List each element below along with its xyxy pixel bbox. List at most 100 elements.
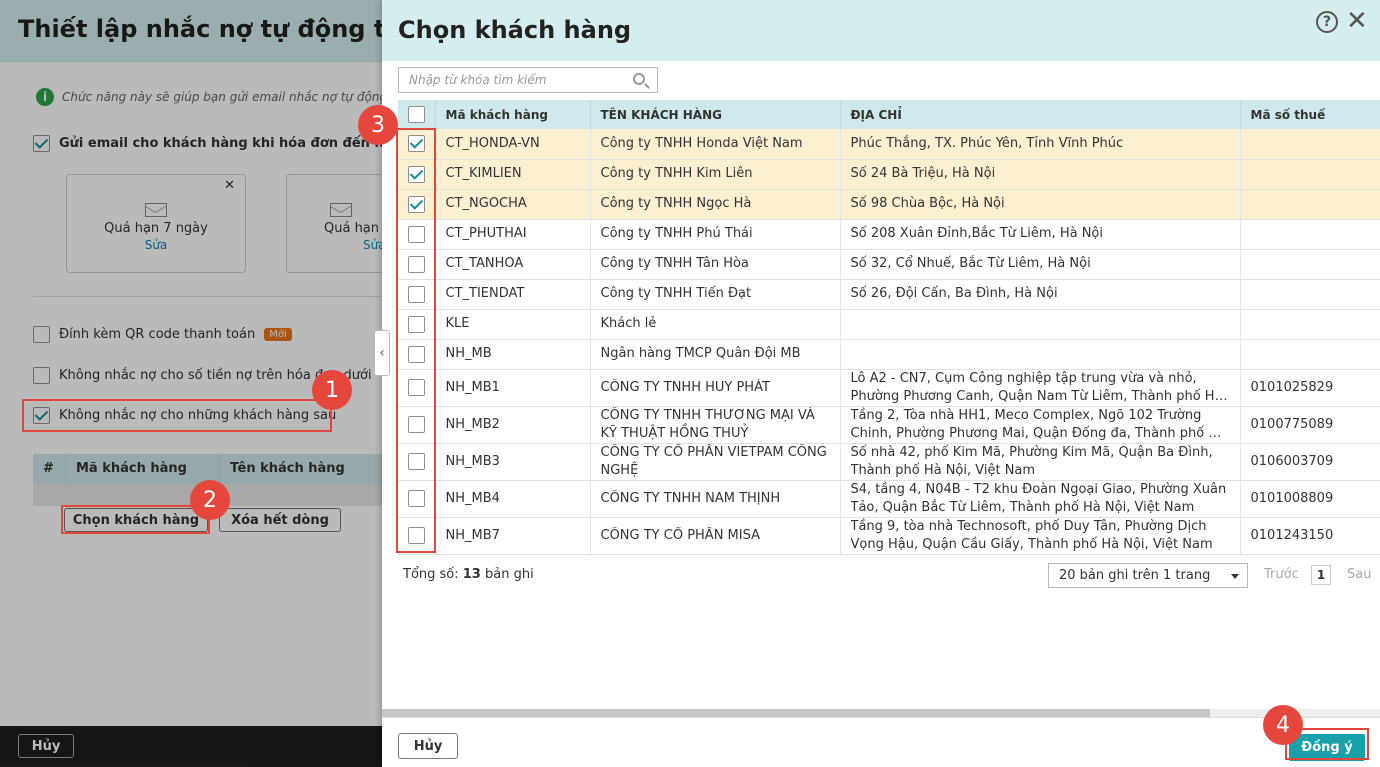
- panel-cancel-button[interactable]: Hủy: [398, 733, 458, 759]
- cell-name-text: Công ty TNHH Kim Liên: [600, 166, 753, 181]
- cell-name: Công ty TNHH Kim Liên: [590, 159, 841, 190]
- table-header-row: Mã khách hàng TÊN KHÁCH HÀNG ĐỊA CHỈ Mã …: [398, 100, 1380, 129]
- table-row[interactable]: NH_MB4 CÔNG TY TNHH NAM THỊNH S4, tầng 4, …: [398, 480, 1380, 518]
- page-size-select[interactable]: 20 bản ghi trên 1 trang: [1048, 563, 1248, 588]
- cell-tax: 0101243150: [1240, 517, 1380, 555]
- cell-name-text: Công ty TNHH Ngọc Hà: [600, 196, 752, 211]
- next-page-button[interactable]: Sau: [1347, 567, 1371, 582]
- cell-address-text: Số 98 Chùa Bộc, Hà Nội: [850, 196, 1005, 211]
- cell-name: CÔNG TY TNHH HUY PHÁT: [590, 369, 841, 407]
- table-row[interactable]: CT_NGOCHA Công ty TNHH Ngọc Hà Số 98 Chùa …: [398, 189, 1380, 220]
- total-count: 13: [462, 567, 481, 582]
- cell-address-text: Phúc Thắng, TX. Phúc Yên, Tỉnh Vĩnh Phúc: [850, 135, 1124, 151]
- cell-name-text: Khách lẻ: [600, 316, 657, 331]
- column-header[interactable]: Mã khách hàng: [435, 100, 591, 129]
- cell-name: CÔNG TY TNHH THƯƠNG MẠI VÀ KỸ THUẬT HỒNG…: [590, 406, 841, 444]
- cell-tax: 0106003709: [1240, 443, 1380, 481]
- cell-code: CT_NGOCHA: [435, 189, 591, 220]
- search-input[interactable]: [409, 73, 629, 87]
- cell-code-text: NH_MB: [445, 346, 492, 361]
- page-number[interactable]: 1: [1311, 565, 1331, 585]
- cell-name-text: CÔNG TY TNHH HUY PHÁT: [600, 379, 770, 395]
- total-records: Tổng số: 13 bản ghi: [403, 567, 534, 582]
- step-marker: 2: [190, 480, 230, 520]
- table-row[interactable]: NH_MB Ngân hàng TMCP Quân Đội MB: [398, 339, 1380, 370]
- cell-code: NH_MB1: [435, 369, 591, 407]
- cell-tax-text: 0106003709: [1250, 453, 1334, 469]
- cell-address: Tầng 9, tòa nhà Technosoft, phố Duy Tân,…: [840, 517, 1241, 555]
- cell-address-text: Lô A2 - CN7, Cụm Công nghiệp tập trung v…: [850, 370, 1223, 404]
- cell-address-text: Tầng 9, tòa nhà Technosoft, phố Duy Tân,…: [850, 518, 1213, 552]
- prev-page-button[interactable]: Trước: [1264, 567, 1299, 582]
- help-icon[interactable]: ?: [1316, 11, 1338, 33]
- cell-address: Số 24 Bà Triệu, Hà Nội: [840, 159, 1241, 190]
- cell-address: Tầng 2, Tòa nhà HH1, Meco Complex, Ngõ 1…: [840, 406, 1241, 444]
- panel-title: Chọn khách hàng: [398, 16, 632, 44]
- cell-tax: 0100775089: [1240, 406, 1380, 444]
- cell-name: CÔNG TY TNHH NAM THỊNH: [590, 480, 841, 518]
- cell-code: NH_MB4: [435, 480, 591, 518]
- cell-tax-text: 0101025829: [1250, 379, 1334, 395]
- cell-code-text: NH_MB4: [445, 490, 500, 506]
- column-header[interactable]: ĐỊA CHỈ: [840, 100, 1241, 129]
- table-row[interactable]: CT_PHUTHAI Công ty TNHH Phú Thái Số 208 Xu…: [398, 219, 1380, 250]
- cell-name-text: CÔNG TY CỔ PHẦN VIETPAM CÔNG NGHỆ: [600, 444, 827, 478]
- highlight-box: [396, 128, 436, 553]
- step-marker: 4: [1263, 705, 1303, 745]
- cell-code: NH_MB3: [435, 443, 591, 481]
- cell-code-text: KLE: [445, 316, 470, 331]
- cell-name: CÔNG TY CỔ PHẦN VIETPAM CÔNG NGHỆ: [590, 443, 841, 481]
- cell-name-text: Công ty TNHH Tân Hòa: [600, 256, 749, 271]
- cell-address: Số 26, Đội Cấn, Ba Đình, Hà Nội: [840, 279, 1241, 310]
- cell-code-text: CT_HONDA-VN: [445, 135, 540, 151]
- panel-header: Chọn khách hàng ? ✕: [382, 0, 1380, 61]
- table-row[interactable]: NH_MB2 CÔNG TY TNHH THƯƠNG MẠI VÀ KỸ THUẬ…: [398, 406, 1380, 444]
- cell-tax: [1240, 309, 1380, 340]
- table-row[interactable]: CT_TANHOA Công ty TNHH Tân Hòa Số 32, Cổ N…: [398, 249, 1380, 280]
- cell-address: [840, 309, 1241, 340]
- total-label: Tổng số:: [403, 567, 459, 582]
- cell-code-text: NH_MB3: [445, 453, 500, 469]
- cell-name: CÔNG TY CỔ PHẦN MISA: [590, 517, 841, 555]
- cell-code: CT_TANHOA: [435, 249, 591, 280]
- cell-address-text: Số 32, Cổ Nhuế, Bắc Từ Liêm, Hà Nội: [850, 256, 1091, 271]
- column-header[interactable]: Mã số thuế: [1240, 100, 1380, 129]
- chevron-down-icon: [1231, 574, 1239, 579]
- table-row[interactable]: NH_MB3 CÔNG TY CỔ PHẦN VIETPAM CÔNG NGHỆ S…: [398, 443, 1380, 481]
- step-marker: 1: [312, 370, 352, 410]
- horizontal-scrollbar[interactable]: [382, 709, 1380, 717]
- select-all-checkbox[interactable]: [407, 106, 425, 123]
- cell-tax: [1240, 249, 1380, 280]
- cell-address: Số nhà 42, phố Kim Mã, Phường Kim Mã, Qu…: [840, 443, 1241, 481]
- highlight-box: [61, 505, 210, 534]
- cell-code-text: CT_KIMLIEN: [445, 166, 522, 181]
- table-row[interactable]: CT_HONDA-VN Công ty TNHH Honda Việt Nam Ph…: [398, 129, 1380, 160]
- cell-name-text: Công ty TNHH Phú Thái: [600, 226, 753, 241]
- table-row[interactable]: NH_MB1 CÔNG TY TNHH HUY PHÁT Lô A2 - CN7, …: [398, 369, 1380, 407]
- customer-table-body: CT_HONDA-VN Công ty TNHH Honda Việt Nam Ph…: [398, 129, 1380, 555]
- scrollbar-thumb[interactable]: [382, 709, 1210, 717]
- panel-footer: Hủy Đồng ý: [382, 717, 1380, 767]
- table-row[interactable]: KLE Khách lẻ: [398, 309, 1380, 340]
- table-row[interactable]: CT_KIMLIEN Công ty TNHH Kim Liên Số 24 Bà …: [398, 159, 1380, 190]
- page-size-value: 20 bản ghi trên 1 trang: [1059, 568, 1211, 583]
- column-header[interactable]: TÊN KHÁCH HÀNG: [590, 100, 841, 129]
- collapse-panel-handle[interactable]: ‹: [374, 330, 390, 376]
- cell-code: CT_PHUTHAI: [435, 219, 591, 250]
- table-row[interactable]: CT_TIENDAT Công ty TNHH Tiến Đạt Số 26, Độ…: [398, 279, 1380, 310]
- cell-code: NH_MB2: [435, 406, 591, 444]
- cell-code-text: CT_TANHOA: [445, 256, 524, 271]
- table-row[interactable]: NH_MB7 CÔNG TY CỔ PHẦN MISA Tầng 9, tòa nh…: [398, 517, 1380, 555]
- cell-code-text: CT_NGOCHA: [445, 196, 527, 211]
- cell-name: Công ty TNHH Honda Việt Nam: [590, 129, 841, 160]
- cell-address-text: S4, tầng 4, N04B - T2 khu Đoàn Ngoại Gia…: [850, 481, 1227, 515]
- cell-tax: [1240, 159, 1380, 190]
- close-icon[interactable]: ✕: [1346, 8, 1368, 34]
- cell-code: NH_MB: [435, 339, 591, 370]
- cell-address-text: Số 208 Xuân Đỉnh,Bắc Từ Liêm, Hà Nội: [850, 226, 1103, 241]
- cell-name-text: CÔNG TY TNHH NAM THỊNH: [600, 490, 781, 506]
- cell-address: Số 208 Xuân Đỉnh,Bắc Từ Liêm, Hà Nội: [840, 219, 1241, 250]
- cell-tax: [1240, 129, 1380, 160]
- cell-name-text: Công ty TNHH Tiến Đạt: [600, 286, 752, 301]
- search-icon[interactable]: [633, 73, 645, 85]
